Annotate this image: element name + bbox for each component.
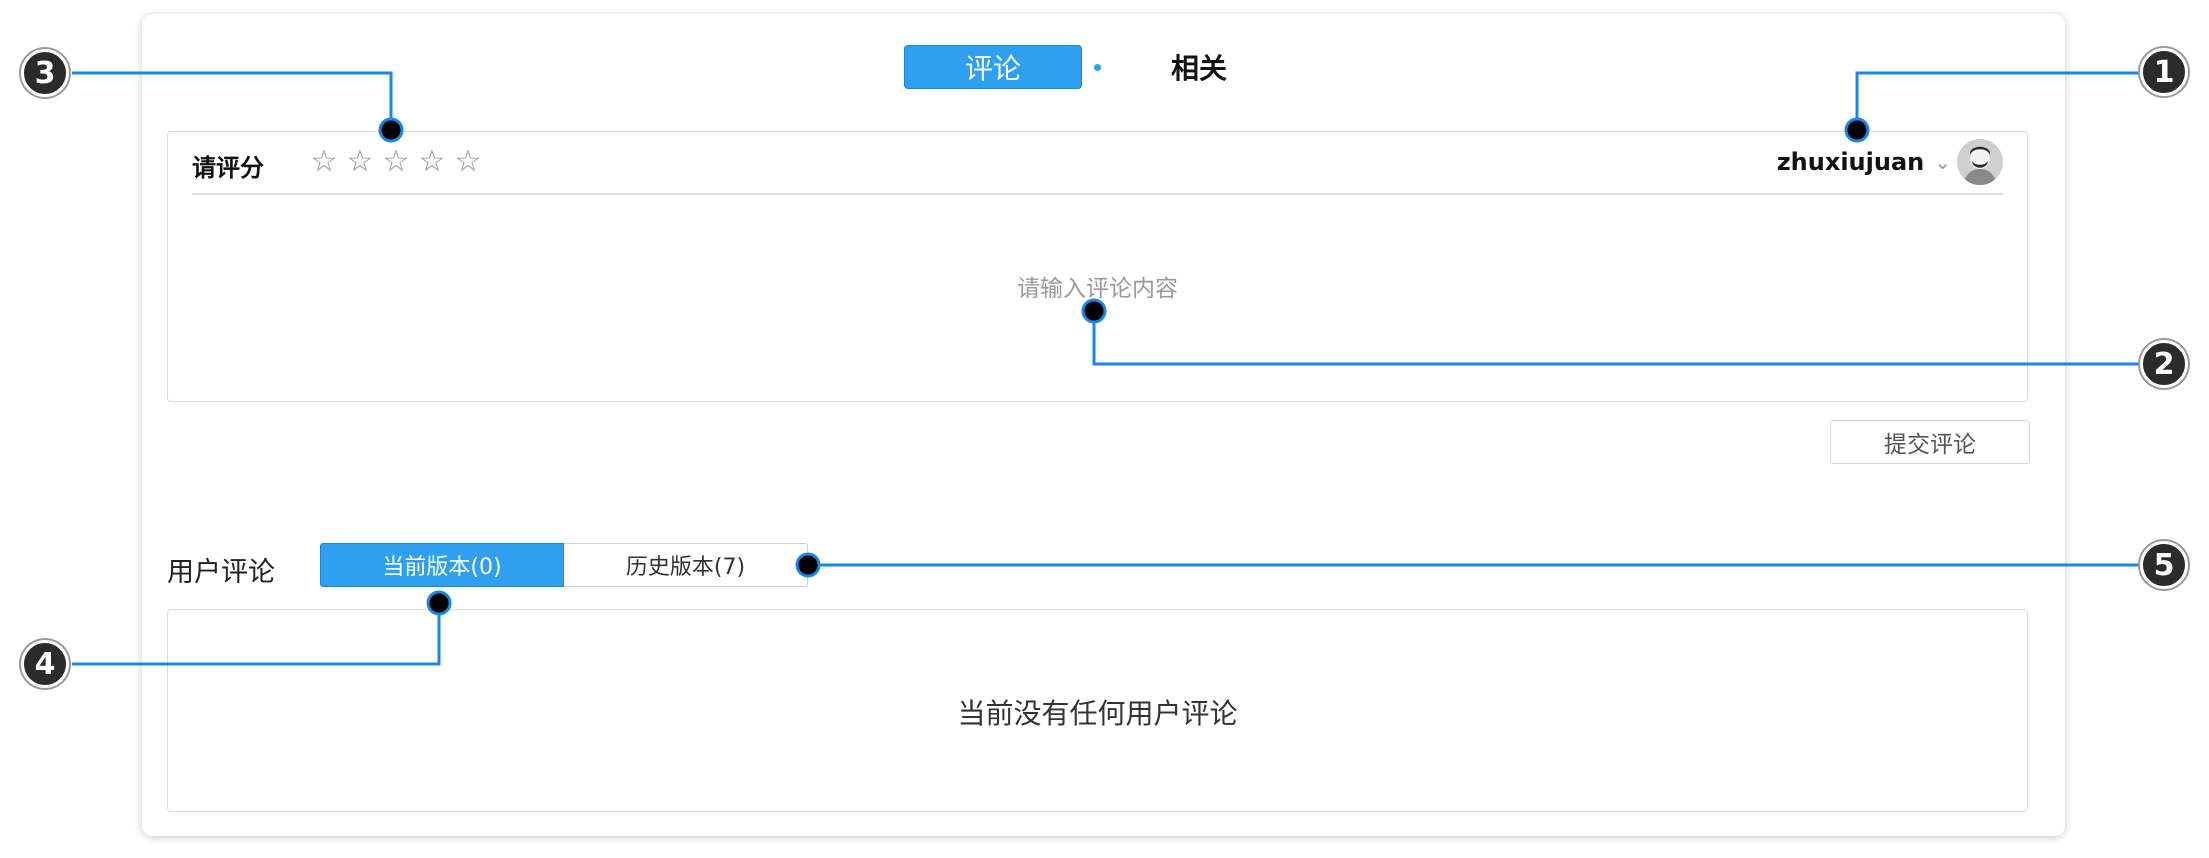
callout-line-3	[72, 71, 393, 130]
callout-anchor-5	[795, 552, 821, 578]
callout-anchor-2	[1081, 298, 1107, 324]
callout-lines	[72, 71, 2140, 666]
callout-line-4	[72, 603, 441, 666]
callout-badge-2: 2	[2140, 340, 2188, 388]
callout-anchor-4	[426, 590, 452, 616]
callout-badge-5: 5	[2140, 541, 2188, 589]
callout-anchor-3	[378, 117, 404, 143]
callout-badge-3: 3	[21, 49, 69, 97]
callout-line-2	[1092, 311, 2140, 366]
callout-badge-4: 4	[21, 640, 69, 688]
callout-anchor-1	[1844, 117, 1870, 143]
callout-line-1	[1855, 71, 2140, 130]
callout-badge-1: 1	[2140, 48, 2188, 96]
